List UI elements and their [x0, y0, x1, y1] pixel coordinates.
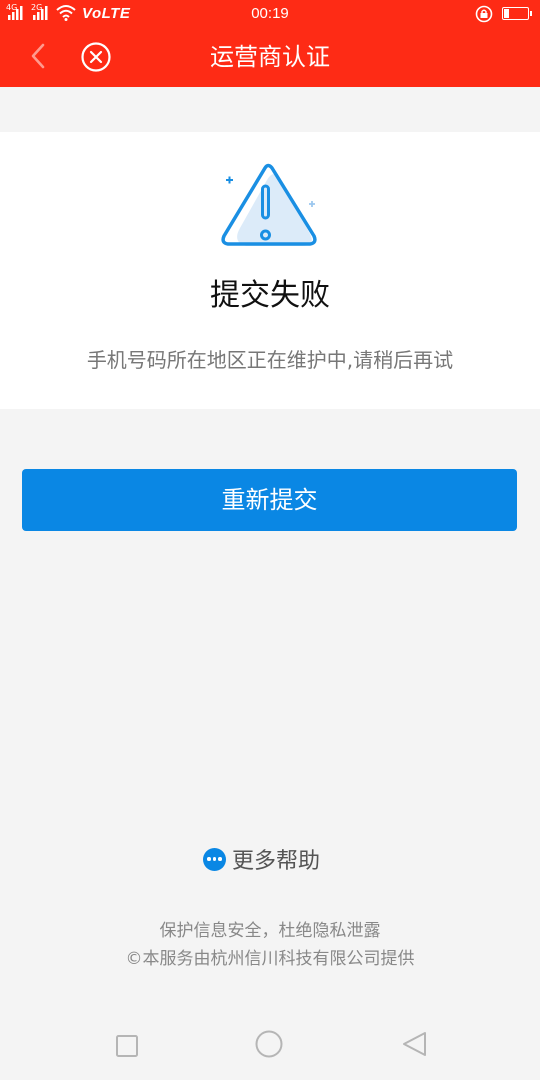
- home-button[interactable]: [252, 1029, 286, 1063]
- footer-provider-note: ©本服务由杭州信川科技有限公司提供: [125, 949, 415, 969]
- rotation-lock-icon: [475, 5, 493, 23]
- more-help-link[interactable]: 更多帮助: [203, 843, 320, 875]
- status-bar: 4G 2G VoLTE 00:19: [0, 0, 540, 28]
- status-time: 00:19: [251, 5, 289, 22]
- footer-privacy-note: 保护信息安全，杜绝隐私泄露: [159, 921, 381, 941]
- recent-apps-button[interactable]: [110, 1029, 144, 1063]
- battery-level: [504, 9, 509, 18]
- more-help-label: 更多帮助: [232, 849, 321, 874]
- header-bar: 4G 2G VoLTE 00:19 运营商认证: [0, 0, 540, 87]
- result-title: 提交失败: [210, 278, 330, 313]
- battery-icon: [502, 7, 532, 20]
- resubmit-button[interactable]: 重新提交: [22, 469, 517, 531]
- more-icon: [203, 847, 226, 871]
- warning-icon: [221, 163, 317, 246]
- system-nav-bar: [0, 1008, 540, 1080]
- page-title: 运营商认证: [210, 43, 330, 71]
- back-nav-button[interactable]: [398, 1029, 432, 1063]
- result-message: 手机号码所在地区正在维护中,请稍后再试: [86, 348, 454, 372]
